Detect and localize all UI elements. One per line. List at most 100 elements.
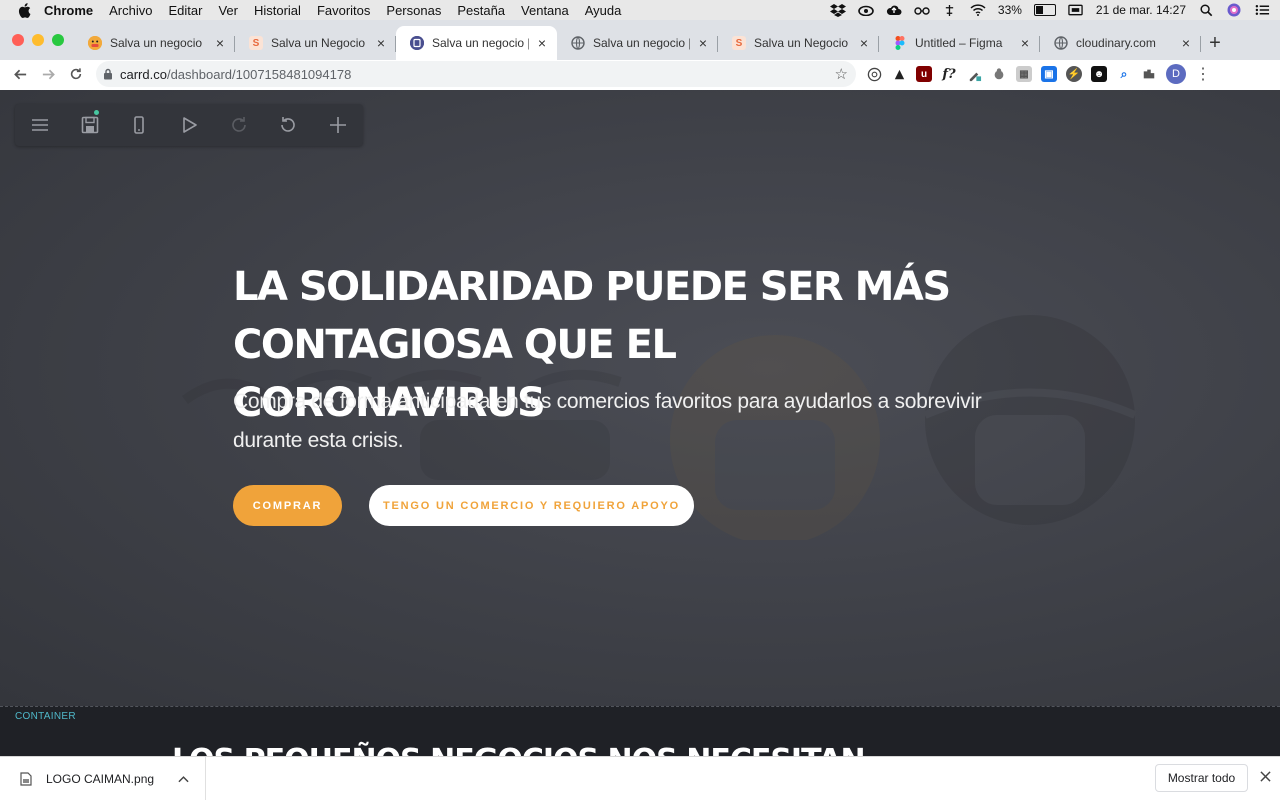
tab-title: Salva un negocio | C bbox=[432, 36, 529, 50]
puzzle-icon[interactable] bbox=[1141, 66, 1157, 82]
close-window-button[interactable] bbox=[12, 34, 24, 46]
tab-title: Salva un Negocio · N bbox=[754, 36, 851, 50]
editor-toolbar bbox=[15, 104, 363, 146]
smiley-icon bbox=[88, 36, 102, 50]
tab-title: Salva un negocio | C bbox=[593, 36, 690, 50]
display-icon[interactable] bbox=[1068, 3, 1084, 17]
sketch-s-icon: S bbox=[249, 36, 263, 50]
network-icon[interactable] bbox=[942, 3, 958, 17]
menu-kebab-icon[interactable]: ⋮ bbox=[1195, 64, 1211, 84]
figma-icon bbox=[893, 36, 907, 50]
browser-tab[interactable]: cloudinary.com × bbox=[1040, 26, 1201, 60]
close-downloads-icon[interactable] bbox=[1257, 769, 1273, 787]
hero-subtext: Compra de forma anticipada en tus comerc… bbox=[233, 390, 982, 452]
browser-toolbar: carrd.co/dashboard/1007158481094178 ☆ u … bbox=[0, 60, 1280, 88]
extension-bug-icon[interactable] bbox=[891, 66, 907, 82]
container-label: CONTAINER bbox=[15, 711, 76, 722]
hero-section: LA SOLIDARIDAD PUEDE SER MÁS CONTAGIOSA … bbox=[0, 90, 1280, 706]
fonts-ninja-icon[interactable]: f? bbox=[941, 66, 957, 82]
menu-chrome[interactable]: Chrome bbox=[44, 3, 93, 18]
tab-close-icon[interactable]: × bbox=[535, 36, 549, 50]
minimize-window-button[interactable] bbox=[32, 34, 44, 46]
save-icon[interactable] bbox=[65, 104, 115, 146]
play-preview-icon[interactable] bbox=[164, 104, 214, 146]
window-controls bbox=[12, 34, 64, 46]
tab-strip: Salva un negocio × S Salva un Negocio · … bbox=[0, 20, 1280, 60]
request-support-button[interactable]: TENGO UN COMERCIO Y REQUIERO APOYO bbox=[369, 485, 694, 526]
address-bar[interactable]: carrd.co/dashboard/1007158481094178 ☆ bbox=[96, 61, 856, 87]
browser-tab-active[interactable]: Salva un negocio | C × bbox=[396, 26, 557, 60]
grid-extension-icon[interactable]: ▦ bbox=[1016, 66, 1032, 82]
tab-close-icon[interactable]: × bbox=[1179, 36, 1193, 50]
blue-square-icon[interactable]: ▣ bbox=[1041, 66, 1057, 82]
browser-tab[interactable]: S Salva un Negocio · N × bbox=[235, 26, 396, 60]
ublock-icon[interactable]: u bbox=[916, 66, 932, 82]
lightning-icon[interactable]: ⚡ bbox=[1066, 66, 1082, 82]
ghost-icon[interactable]: ☻ bbox=[1091, 66, 1107, 82]
macos-menu-bar: Chrome Archivo Editar Ver Historial Favo… bbox=[0, 0, 1280, 20]
fullscreen-window-button[interactable] bbox=[52, 34, 64, 46]
tab-close-icon[interactable]: × bbox=[374, 36, 388, 50]
menubar-datetime[interactable]: 21 de mar. 14:27 bbox=[1096, 3, 1186, 17]
downloads-bar: LOGO CAIMAN.png Mostrar todo bbox=[0, 756, 1280, 800]
menu-ayuda[interactable]: Ayuda bbox=[585, 3, 622, 18]
comprar-button[interactable]: COMPRAR bbox=[233, 485, 342, 526]
cloud-upload-icon[interactable] bbox=[886, 3, 902, 17]
unsaved-indicator bbox=[93, 110, 99, 115]
url-path: /dashboard/1007158481094178 bbox=[166, 66, 352, 82]
menu-ver[interactable]: Ver bbox=[218, 3, 238, 18]
browser-tab[interactable]: Salva un negocio | C × bbox=[557, 26, 718, 60]
tab-close-icon[interactable]: × bbox=[857, 36, 871, 50]
carrd-icon bbox=[410, 36, 424, 50]
mobile-preview-icon[interactable] bbox=[114, 104, 164, 146]
battery-icon[interactable] bbox=[1033, 4, 1056, 16]
undo-icon[interactable] bbox=[263, 104, 313, 146]
new-tab-plus-icon[interactable]: + bbox=[1201, 26, 1229, 60]
add-element-plus-icon[interactable] bbox=[313, 104, 363, 146]
browser-tab[interactable]: S Salva un Negocio · N × bbox=[718, 26, 879, 60]
search-extension-icon[interactable]: ⌕ bbox=[1116, 66, 1132, 82]
menubar-status-area: 33% 21 de mar. 14:27 bbox=[829, 0, 1270, 20]
url-host: carrd.co bbox=[120, 66, 167, 82]
menu-pestana[interactable]: Pestaña bbox=[457, 3, 505, 18]
hero-headline-line1: LA SOLIDARIDAD PUEDE SER MÁS bbox=[233, 264, 951, 310]
siri-icon[interactable] bbox=[1226, 3, 1242, 17]
menu-ventana[interactable]: Ventana bbox=[521, 3, 569, 18]
creative-cloud-icon[interactable] bbox=[858, 3, 874, 17]
eyedropper-icon[interactable] bbox=[966, 66, 982, 82]
menu-favoritos[interactable]: Favoritos bbox=[317, 3, 370, 18]
redo-icon[interactable] bbox=[214, 104, 264, 146]
globe-icon bbox=[1054, 36, 1068, 50]
chevron-up-icon[interactable] bbox=[177, 772, 189, 786]
tab-close-icon[interactable]: × bbox=[1018, 36, 1032, 50]
browser-tab[interactable]: Salva un negocio × bbox=[74, 26, 235, 60]
menu-archivo[interactable]: Archivo bbox=[109, 3, 152, 18]
lock-icon[interactable] bbox=[96, 68, 120, 80]
menu-historial[interactable]: Historial bbox=[254, 3, 301, 18]
tab-title: Salva un Negocio · N bbox=[271, 36, 368, 50]
dropbox-icon[interactable] bbox=[829, 3, 846, 17]
menu-personas[interactable]: Personas bbox=[386, 3, 441, 18]
download-file-name: LOGO CAIMAN.png bbox=[46, 771, 155, 786]
show-all-downloads-button[interactable]: Mostrar todo bbox=[1155, 764, 1248, 792]
android-bug-icon[interactable] bbox=[991, 66, 1007, 82]
extension-circle-icon[interactable] bbox=[866, 66, 882, 82]
tab-title: Untitled – Figma bbox=[915, 36, 1003, 50]
bookmark-star-icon[interactable]: ☆ bbox=[835, 65, 848, 83]
glasses-icon[interactable] bbox=[914, 3, 930, 17]
file-icon bbox=[20, 771, 32, 786]
spotlight-search-icon[interactable] bbox=[1198, 3, 1214, 17]
menu-editar[interactable]: Editar bbox=[168, 3, 202, 18]
reload-icon[interactable] bbox=[62, 60, 90, 88]
profile-avatar[interactable]: D bbox=[1166, 64, 1186, 84]
wifi-icon[interactable] bbox=[970, 3, 986, 17]
menu-hamburger-icon[interactable] bbox=[15, 104, 65, 146]
tab-close-icon[interactable]: × bbox=[696, 36, 710, 50]
notification-center-icon[interactable] bbox=[1254, 3, 1270, 17]
browser-tab[interactable]: Untitled – Figma × bbox=[879, 26, 1040, 60]
tab-close-icon[interactable]: × bbox=[213, 36, 227, 50]
download-item[interactable]: LOGO CAIMAN.png bbox=[0, 757, 206, 800]
back-arrow-icon[interactable] bbox=[6, 60, 34, 88]
forward-arrow-icon[interactable] bbox=[34, 60, 62, 88]
apple-icon[interactable] bbox=[18, 2, 32, 18]
